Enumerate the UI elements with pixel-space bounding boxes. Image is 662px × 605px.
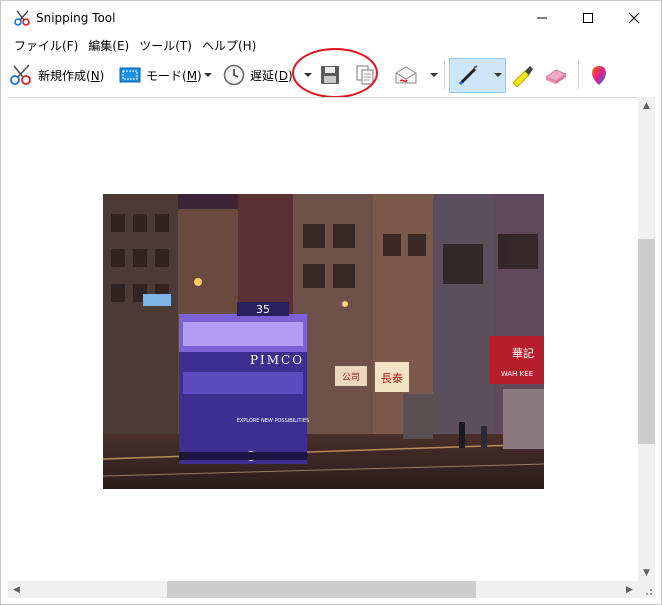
menu-edit[interactable]: 編集(E) [83, 35, 134, 55]
delay-text: 遅延( [250, 68, 279, 83]
horizontal-scrollbar[interactable]: ◀ ▶ [8, 581, 638, 598]
pen-dropdown-arrow[interactable] [491, 60, 505, 90]
highlighter-icon [512, 66, 533, 87]
new-snip-button[interactable]: 新規作成(N) [10, 60, 104, 90]
vertical-scrollbar[interactable]: ▲ ▼ [638, 97, 655, 581]
minimize-button[interactable] [519, 1, 565, 35]
shop-sign-1: 長泰 [381, 371, 403, 385]
paint-drop-icon [592, 66, 606, 85]
minimize-icon [537, 17, 547, 19]
mode-key: M [186, 68, 198, 83]
close-icon [628, 12, 640, 24]
mode-text: モード( [146, 68, 187, 83]
tram-number: 35 [256, 303, 270, 316]
maximize-button[interactable] [565, 1, 611, 35]
highlighter-button[interactable] [509, 60, 535, 90]
tram-slogan: EXPLORE NEW POSSIBILITIES [237, 418, 310, 424]
paint3d-button[interactable] [588, 60, 610, 90]
send-dropdown-arrow[interactable] [427, 60, 441, 90]
delay-label: 遅延(D) [250, 67, 293, 84]
pen-button[interactable] [457, 60, 481, 90]
scroll-up-arrow-icon[interactable]: ▲ [638, 97, 655, 114]
shop-sign-4: 公司 [342, 372, 360, 383]
toolbar-separator [444, 61, 445, 89]
delay-key: D [278, 68, 288, 83]
new-snip-close: ) [99, 68, 105, 83]
menu-help[interactable]: ヘルプ(H) [197, 35, 261, 55]
clock-icon [223, 64, 245, 86]
envelope-icon [395, 66, 417, 84]
snipping-tool-window: Snipping Tool ファイル(F) 編集(E) ツール(T) ヘルプ(H… [0, 0, 662, 605]
mode-dropdown-arrow[interactable] [201, 60, 215, 90]
delay-button[interactable]: 遅延(D) [223, 60, 293, 90]
menu-file[interactable]: ファイル(F) [9, 35, 83, 55]
mode-button[interactable]: モード(M) [119, 60, 202, 90]
new-snip-label: 新規作成(N) [38, 67, 104, 84]
new-snip-key: N [90, 68, 100, 83]
shop-sign-3: WAH KEE [501, 370, 533, 378]
horizontal-scroll-thumb[interactable] [167, 581, 476, 598]
toolbar-separator-2 [578, 61, 579, 89]
eraser-icon [544, 69, 568, 84]
resize-grip-icon [646, 589, 652, 595]
scroll-down-arrow-icon[interactable]: ▼ [638, 564, 655, 581]
annotation-circle [292, 48, 378, 98]
maximize-icon [583, 13, 593, 23]
menu-tools[interactable]: ツール(T) [134, 35, 197, 55]
street-tram-photo: 35 PIMCO EXPLORE NEW POSSIBILITIES 長泰 華記… [103, 194, 544, 489]
scissors-app-icon [14, 10, 30, 26]
captured-photo: 35 PIMCO EXPLORE NEW POSSIBILITIES 長泰 華記… [103, 194, 544, 489]
eraser-button[interactable] [543, 60, 569, 90]
new-snip-text: 新規作成( [38, 68, 91, 83]
mode-icon [119, 67, 141, 83]
pen-icon [458, 65, 478, 86]
scroll-left-arrow-icon[interactable]: ◀ [8, 581, 25, 598]
window-title: Snipping Tool [36, 11, 116, 25]
tram-ad: PIMCO [250, 353, 304, 367]
close-button[interactable] [611, 1, 657, 35]
send-snip-button[interactable] [393, 60, 419, 90]
scroll-right-arrow-icon[interactable]: ▶ [621, 581, 638, 598]
title-bar: Snipping Tool [1, 1, 661, 35]
shop-sign-2: 華記 [512, 346, 534, 360]
mode-label: モード(M) [146, 67, 202, 84]
resize-grip[interactable] [638, 581, 655, 598]
scissors-icon [10, 64, 31, 85]
vertical-scroll-thumb[interactable] [638, 239, 655, 444]
